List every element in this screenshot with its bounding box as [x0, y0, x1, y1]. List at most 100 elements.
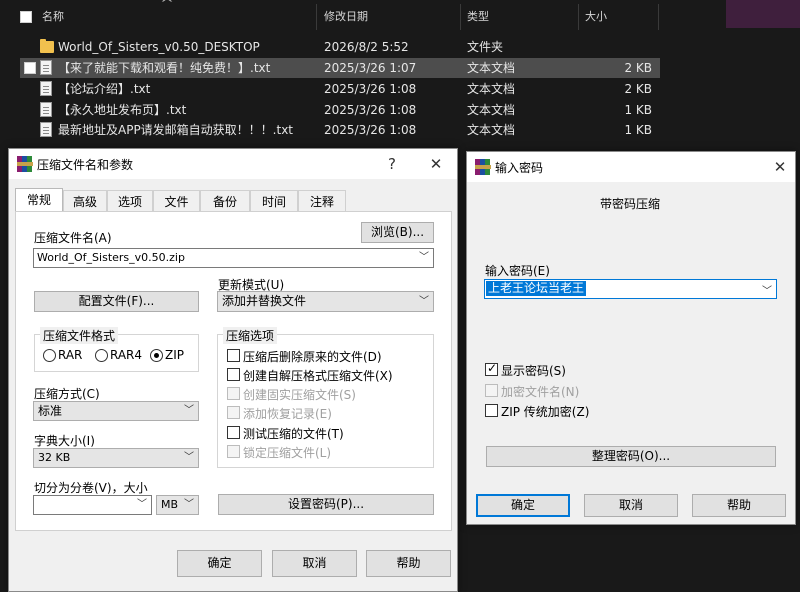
text-file-icon [40, 81, 52, 96]
ok-button[interactable]: 确定 [476, 494, 570, 517]
chevron-down-icon: ﹀ [184, 405, 194, 416]
cancel-button[interactable]: 取消 [272, 550, 357, 577]
compression-method-label: 压缩方式(C) [34, 387, 100, 401]
sfx-label[interactable]: 创建自解压格式压缩文件(X) [243, 367, 393, 384]
format-rar-radio[interactable] [43, 349, 56, 362]
tab-time[interactable]: 时间 [250, 190, 298, 212]
text-file-icon [40, 102, 52, 117]
split-size-input[interactable]: ﹀ [33, 495, 152, 515]
update-mode-value: 添加并替换文件 [222, 294, 307, 308]
dialog-titlebar[interactable]: 输入密码 ✕ [467, 152, 795, 182]
lock-archive-checkbox [227, 445, 240, 458]
cancel-button[interactable]: 取消 [584, 494, 678, 517]
file-row[interactable]: 【永久地址发布页】.txt 2025/3/26 1:08 文本文档 1 KB [20, 100, 660, 120]
file-modified: 2025/3/26 1:08 [324, 123, 417, 137]
delete-after-label[interactable]: 压缩后删除原来的文件(D) [243, 348, 382, 365]
format-rar-label[interactable]: RAR [58, 348, 82, 362]
chevron-down-icon: ﹀ [184, 499, 194, 510]
file-size: 2 KB [624, 61, 652, 75]
winrar-icon [17, 156, 33, 172]
tab-advanced[interactable]: 高级 [63, 190, 107, 212]
password-label: 输入密码(E) [485, 264, 550, 278]
file-name: 【论坛介绍】.txt [58, 82, 151, 96]
split-volumes-label: 切分为分卷(V)，大小 [34, 481, 148, 495]
tab-files[interactable]: 文件 [153, 190, 200, 212]
column-divider[interactable] [578, 4, 579, 30]
column-header-size[interactable]: 大小 [585, 4, 607, 30]
zip-legacy-label[interactable]: ZIP 传统加密(Z) [501, 403, 589, 420]
desktop-accent [726, 0, 800, 28]
password-input[interactable]: 上老王论坛当老王 ﹀ [484, 279, 777, 299]
close-icon[interactable]: ✕ [769, 156, 791, 178]
dictionary-size-select[interactable]: 32 KB ﹀ [33, 448, 199, 468]
solid-archive-checkbox [227, 387, 240, 400]
help-button[interactable]: 帮助 [692, 494, 786, 517]
text-file-icon [40, 122, 52, 137]
file-row[interactable]: 【论坛介绍】.txt 2025/3/26 1:08 文本文档 2 KB [20, 79, 660, 99]
select-all-checkbox[interactable] [20, 11, 32, 23]
chevron-down-icon[interactable]: ﹀ [137, 496, 147, 514]
close-icon[interactable]: ✕ [425, 153, 447, 175]
browse-button[interactable]: 浏览(B)... [361, 222, 434, 243]
file-modified: 2025/3/26 1:08 [324, 103, 417, 117]
profiles-button[interactable]: 配置文件(F)... [34, 291, 199, 312]
compression-options-title: 压缩选项 [223, 327, 278, 344]
archive-name-label: 压缩文件名(A) [34, 231, 112, 245]
row-checkbox[interactable] [24, 62, 36, 74]
show-password-label[interactable]: 显示密码(S) [501, 362, 566, 379]
password-value: 上老王论坛当老王 [486, 281, 587, 296]
archive-format-title: 压缩文件格式 [40, 327, 119, 344]
show-password-checkbox[interactable] [485, 361, 498, 376]
format-rar4-label[interactable]: RAR4 [110, 348, 142, 362]
chevron-down-icon[interactable]: ﹀ [419, 249, 429, 267]
test-files-checkbox[interactable] [227, 426, 240, 439]
chevron-down-icon[interactable]: ﹀ [762, 282, 772, 297]
file-type: 文本文档 [467, 82, 516, 96]
tab-options[interactable]: 选项 [107, 190, 153, 212]
file-row[interactable]: World_Of_Sisters_v0.50_DESKTOP 2026/8/2 … [20, 37, 660, 57]
delete-after-checkbox[interactable] [227, 349, 240, 362]
column-header-modified[interactable]: 修改日期 [324, 4, 368, 30]
column-header-name[interactable]: 名称 [42, 4, 64, 30]
help-button[interactable]: 帮助 [366, 550, 451, 577]
set-password-button[interactable]: 设置密码(P)... [218, 494, 434, 515]
help-icon[interactable]: ? [381, 153, 403, 175]
tab-backup[interactable]: 备份 [200, 190, 250, 212]
file-row-selected[interactable]: 【来了就能下载和观看！纯免费！】.txt 2025/3/26 1:07 文本文档… [20, 58, 660, 78]
tab-comment[interactable]: 注释 [298, 190, 346, 212]
compression-method-select[interactable]: 标准 ﹀ [33, 401, 199, 421]
chevron-down-icon: ﹀ [419, 296, 429, 307]
split-unit-value: MB [161, 498, 179, 511]
column-divider[interactable] [460, 4, 461, 30]
split-unit-select[interactable]: MB ﹀ [156, 495, 199, 515]
sfx-checkbox[interactable] [227, 368, 240, 381]
file-name: 【来了就能下载和观看！纯免费！】.txt [58, 61, 271, 75]
column-divider[interactable] [658, 4, 659, 30]
column-divider[interactable] [316, 4, 317, 30]
format-rar4-radio[interactable] [95, 349, 108, 362]
file-size: 1 KB [624, 103, 652, 117]
test-files-label[interactable]: 测试压缩的文件(T) [243, 425, 344, 442]
format-zip-label[interactable]: ZIP [165, 348, 184, 362]
update-mode-select[interactable]: 添加并替换文件 ﹀ [217, 291, 434, 312]
file-type: 文本文档 [467, 123, 516, 137]
tab-general[interactable]: 常规 [15, 188, 63, 212]
text-file-icon [40, 60, 52, 75]
format-zip-radio[interactable] [150, 349, 163, 362]
solid-archive-label: 创建固实压缩文件(S) [243, 388, 356, 402]
compression-method-value: 标准 [38, 404, 63, 418]
dictionary-size-value: 32 KB [38, 451, 71, 464]
ok-button[interactable]: 确定 [177, 550, 262, 577]
sort-ascending-icon: ^ [159, 0, 175, 10]
file-name: 最新地址及APP请发邮箱自动获取！！！.txt [58, 123, 294, 137]
archive-name-input[interactable]: World_Of_Sisters_v0.50.zip ﹀ [33, 248, 434, 268]
password-heading: 带密码压缩 [600, 197, 661, 211]
zip-legacy-checkbox[interactable] [485, 404, 498, 417]
column-header-type[interactable]: 类型 [467, 4, 489, 30]
file-modified: 2025/3/26 1:08 [324, 82, 417, 96]
file-explorer: ^ 名称 修改日期 类型 大小 World_Of_Sisters_v0.50_D… [0, 0, 726, 148]
dialog-titlebar[interactable]: 压缩文件名和参数 ? ✕ [9, 149, 457, 179]
file-row[interactable]: 最新地址及APP请发邮箱自动获取！！！.txt 2025/3/26 1:08 文… [20, 120, 660, 140]
file-name: 【永久地址发布页】.txt [58, 103, 187, 117]
organize-passwords-button[interactable]: 整理密码(O)... [486, 446, 776, 467]
